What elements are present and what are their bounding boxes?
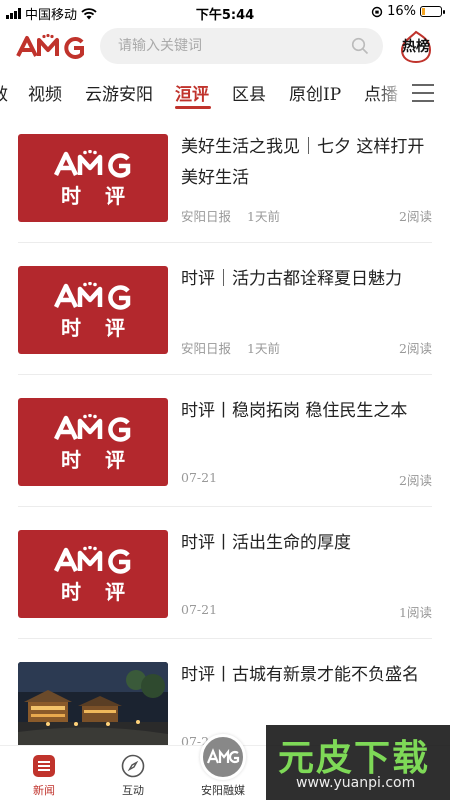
thumbnail-caption: 时评 <box>61 580 149 604</box>
amg-logo-icon <box>54 282 131 310</box>
amg-logo-icon <box>54 150 131 178</box>
news-source: 安阳日报 <box>181 209 232 224</box>
menu-icon[interactable] <box>402 74 450 114</box>
watermark-text: 元皮下载 <box>278 738 431 779</box>
status-right: 16% <box>371 4 445 19</box>
search-input[interactable] <box>118 28 338 64</box>
orientation-lock-icon <box>371 6 383 17</box>
news-item[interactable]: 时评 美好生活之我见｜七夕 这样打开美好生活 安阳日报 1天前 2阅读 <box>18 132 432 242</box>
news-source: 安阳日报 <box>181 341 232 356</box>
search-bar[interactable] <box>100 28 383 64</box>
news-read-count: 2阅读 <box>399 473 432 488</box>
category-tabs: 效 视频 云游安阳 洹评 区县 原创IP 点播 <box>0 74 450 114</box>
news-read-count: 2阅读 <box>399 341 432 356</box>
divider <box>18 638 432 639</box>
tab-original-ip[interactable]: 原创IP <box>289 80 341 105</box>
nav-anyang-media-label: 安阳融媒 <box>201 784 245 797</box>
divider <box>18 506 432 507</box>
news-title[interactable]: 时评丨古城有新景才能不负盛名 <box>181 660 436 691</box>
divider <box>18 242 432 243</box>
watermark: 元皮下载 www.yuanpi.com <box>266 725 450 800</box>
watermark-url: www.yuanpi.com <box>296 775 416 791</box>
news-time: 1天前 <box>247 209 280 224</box>
news-thumbnail: 时评 <box>18 134 168 222</box>
nav-anyang-media[interactable]: 安阳融媒 <box>183 734 263 800</box>
tab-county[interactable]: 区县 <box>232 80 266 105</box>
news-icon <box>33 755 55 777</box>
battery-percent: 16% <box>387 4 416 19</box>
hot-list-label: 热榜 <box>402 39 430 55</box>
nav-interact-label: 互动 <box>122 784 144 797</box>
news-title[interactable]: 美好生活之我见｜七夕 这样打开美好生活 <box>181 132 436 194</box>
tab-active-indicator <box>175 106 211 109</box>
news-thumbnail: 时评 <box>18 266 168 354</box>
search-icon[interactable] <box>351 37 369 55</box>
amg-logo-icon <box>54 414 131 442</box>
news-time: 07-21 <box>181 602 218 617</box>
hot-list-button[interactable]: 热榜 <box>398 30 434 64</box>
news-thumbnail: 时评 <box>18 530 168 618</box>
tab-video[interactable]: 视频 <box>28 80 62 105</box>
divider <box>18 374 432 375</box>
news-time: 07-21 <box>181 470 218 485</box>
status-bar: 中国移动 下午5:44 16% <box>0 0 450 24</box>
news-read-count: 2阅读 <box>399 209 432 224</box>
thumbnail-caption: 时评 <box>61 316 149 340</box>
compass-icon <box>121 754 145 778</box>
news-read-count: 1阅读 <box>399 605 432 620</box>
app-header: 热榜 <box>0 26 450 68</box>
news-time: 1天前 <box>247 341 280 356</box>
news-title[interactable]: 时评丨活出生命的厚度 <box>181 528 436 559</box>
battery-fill <box>422 8 425 15</box>
news-title[interactable]: 时评丨稳岗拓岗 稳住民生之本 <box>181 396 436 427</box>
news-item[interactable]: 时评 时评丨活出生命的厚度 07-21 1阅读 <box>18 528 432 638</box>
ancient-town-photo <box>18 662 168 750</box>
news-thumbnail: 时评 <box>18 398 168 486</box>
news-item[interactable]: 时评 时评丨稳岗拓岗 稳住民生之本 07-21 2阅读 <box>18 396 432 506</box>
amg-logo-icon <box>54 546 131 574</box>
amg-logo[interactable] <box>16 34 88 60</box>
tab-cloud-tour[interactable]: 云游安阳 <box>85 80 153 105</box>
tab-partial[interactable]: 效 <box>0 80 8 105</box>
thumbnail-caption: 时评 <box>61 184 149 208</box>
nav-news-label: 新闻 <box>33 784 55 797</box>
nav-news[interactable]: 新闻 <box>4 746 84 800</box>
news-title[interactable]: 时评｜活力古都诠释夏日魅力 <box>181 264 436 295</box>
amg-logo-icon <box>206 748 240 764</box>
amg-logo <box>200 734 246 780</box>
nav-interact[interactable]: 互动 <box>93 746 173 800</box>
tab-huan-ping[interactable]: 洹评 <box>175 80 209 105</box>
news-item[interactable]: 时评 时评｜活力古都诠释夏日魅力 安阳日报 1天前 2阅读 <box>18 264 432 374</box>
news-thumbnail <box>18 662 168 750</box>
battery-icon <box>420 6 445 17</box>
thumbnail-caption: 时评 <box>61 448 149 472</box>
